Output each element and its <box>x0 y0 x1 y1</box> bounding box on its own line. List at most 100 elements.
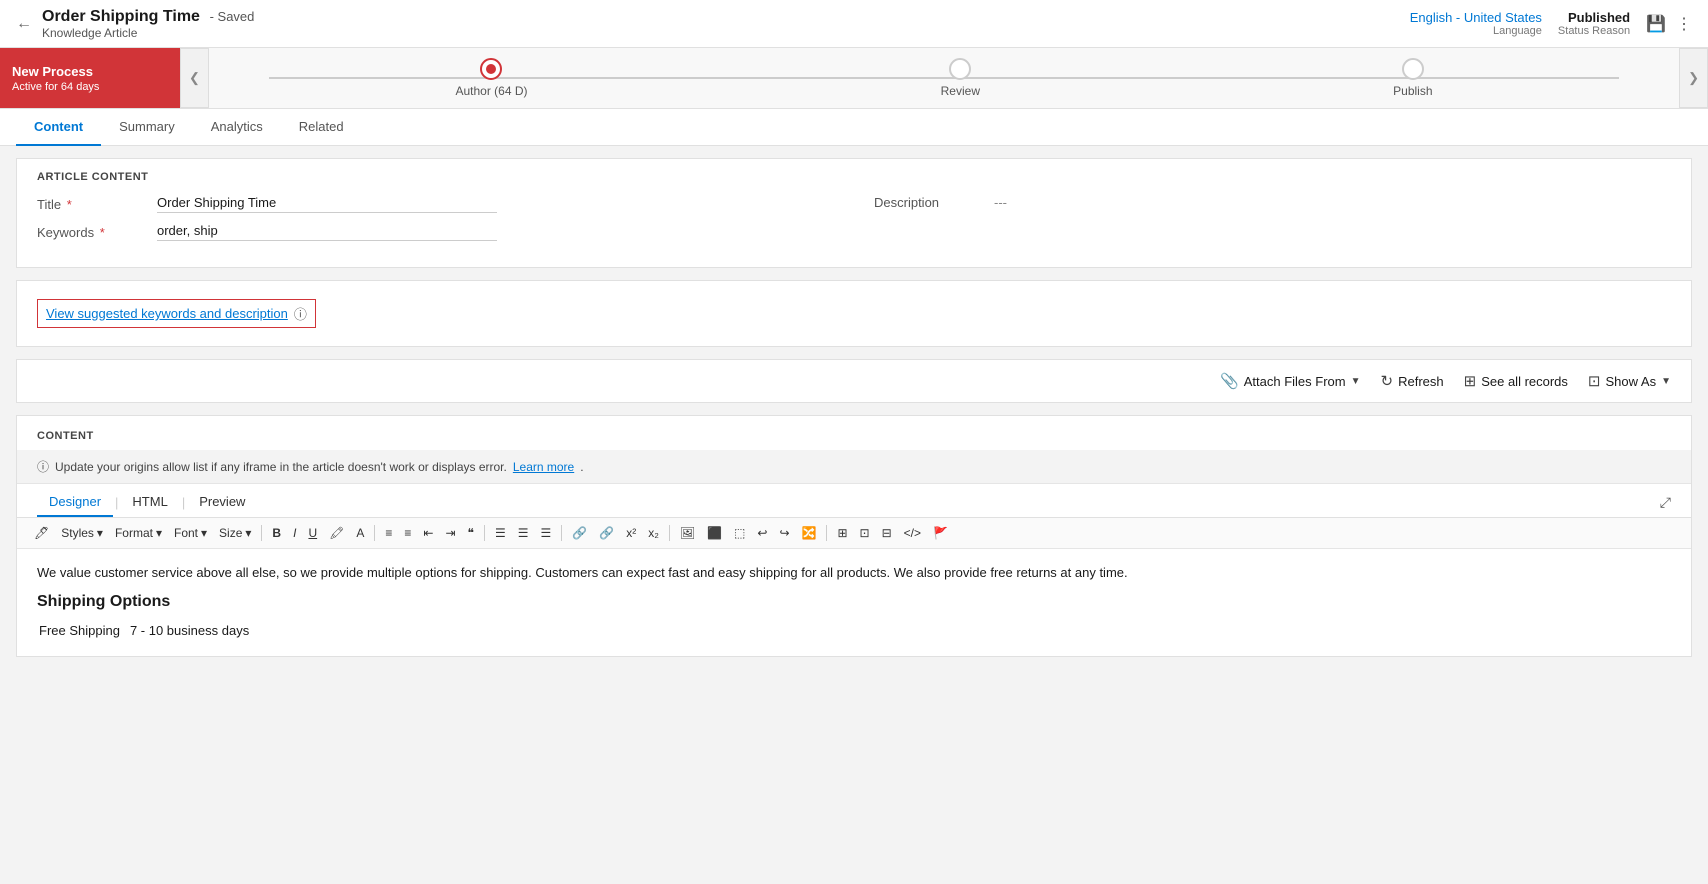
saved-label: - Saved <box>210 9 255 24</box>
status-value: Published <box>1558 10 1630 25</box>
process-step-publish[interactable]: Publish <box>1393 58 1432 98</box>
grid-icon: ⊞ <box>1464 372 1477 390</box>
process-step-review[interactable]: Review <box>941 58 980 98</box>
tab-related[interactable]: Related <box>281 109 362 146</box>
toolbar-indent-in-btn[interactable]: ⇥ <box>440 524 460 542</box>
toolbar-bold-btn[interactable]: B <box>267 524 286 542</box>
step-circle-review <box>949 58 971 80</box>
toolbar-embed-btn[interactable]: ⬛ <box>702 524 727 542</box>
process-chevron-right[interactable]: ❯ <box>1679 48 1708 108</box>
keywords-value[interactable]: order, ship <box>157 223 497 241</box>
editor-tab-designer[interactable]: Designer <box>37 488 113 517</box>
font-label: Font <box>174 526 198 540</box>
more-options-icon[interactable]: ⋮ <box>1676 14 1692 34</box>
toolbar-styles-dropdown[interactable]: Styles ▾ <box>56 524 108 542</box>
editor-paragraph: We value customer service above all else… <box>37 563 1671 583</box>
toolbar-clear-btn[interactable]: 🖊 <box>29 524 54 542</box>
toolbar-underline-btn[interactable]: U <box>303 524 322 542</box>
toolbar-blockquote-btn[interactable]: ❝ <box>463 524 479 542</box>
editor-tab-sep2: | <box>182 495 185 510</box>
toolbar-subscript-btn[interactable]: x₂ <box>643 524 664 542</box>
article-section-title: ARTICLE CONTENT <box>37 171 1671 183</box>
toolbar-code-btn[interactable]: </> <box>899 524 926 542</box>
tab-summary[interactable]: Summary <box>101 109 193 146</box>
toolbar-flag-btn[interactable]: 🚩 <box>928 524 953 542</box>
suggested-keywords-link[interactable]: View suggested keywords and description <box>46 306 288 321</box>
learn-more-link[interactable]: Learn more <box>513 460 574 474</box>
info-icon: ⓘ <box>294 304 307 323</box>
toolbar-card: 📎 Attach Files From ▼ ↻ Refresh ⊞ See al… <box>16 359 1692 403</box>
back-button[interactable]: ← <box>16 15 32 33</box>
toolbar-highlight-btn[interactable]: 🖍 <box>324 524 349 542</box>
toolbar-embed2-btn[interactable]: ⬚ <box>729 524 750 542</box>
expand-editor-icon[interactable]: ⤢ <box>1660 494 1671 511</box>
toolbar-list-ol-btn[interactable]: ☰ <box>513 524 534 542</box>
process-steps: Author (64 D) Review Publish <box>209 58 1679 98</box>
editor-tab-preview[interactable]: Preview <box>187 488 257 517</box>
process-step-author[interactable]: Author (64 D) <box>455 58 527 98</box>
step-label-publish: Publish <box>1393 84 1432 98</box>
editor-table: Free Shipping 7 - 10 business days <box>37 619 259 642</box>
show-as-action[interactable]: ⊡ Show As ▼ <box>1588 372 1671 390</box>
toolbar-sep-5 <box>669 525 670 541</box>
save-icon[interactable]: 💾 <box>1646 14 1666 34</box>
toolbar-size-dropdown[interactable]: Size ▾ <box>214 524 256 542</box>
page-title: Order Shipping Time - Saved <box>42 8 254 26</box>
toolbar-sep-6 <box>826 525 827 541</box>
toolbar-superscript-btn[interactable]: x² <box>621 524 641 542</box>
description-label: Description <box>874 195 994 210</box>
title-block: Order Shipping Time - Saved Knowledge Ar… <box>42 8 254 40</box>
process-active-label: Active for 64 days <box>12 81 168 93</box>
toolbar-sep-2 <box>374 525 375 541</box>
table-cell-shipping-type: Free Shipping <box>39 621 128 640</box>
toolbar-format-dropdown[interactable]: Format ▾ <box>110 524 167 542</box>
tab-analytics[interactable]: Analytics <box>193 109 281 146</box>
table-cell-shipping-days: 7 - 10 business days <box>130 621 257 640</box>
toolbar-align-center-btn[interactable]: ≡ <box>399 524 416 542</box>
editor-body[interactable]: We value customer service above all else… <box>17 549 1691 656</box>
toolbar-font-color-btn[interactable]: A <box>351 524 369 542</box>
language-block: English - United States Language <box>1410 10 1542 37</box>
see-all-action[interactable]: ⊞ See all records <box>1464 372 1568 390</box>
table-row: Free Shipping 7 - 10 business days <box>39 621 257 640</box>
editor-toolbar: 🖊 Styles ▾ Format ▾ Font ▾ Size ▾ B I U … <box>17 518 1691 549</box>
toolbar-image-btn[interactable]: 🖼 <box>675 524 700 542</box>
toolbar-table3-btn[interactable]: ⊟ <box>877 524 897 542</box>
toolbar-redo-btn[interactable]: ↪ <box>774 524 794 542</box>
toolbar-indent-out-btn[interactable]: ⇤ <box>418 524 438 542</box>
show-as-label: Show As <box>1606 374 1657 389</box>
title-value[interactable]: Order Shipping Time <box>157 195 497 213</box>
toolbar-table-btn[interactable]: ⊞ <box>832 524 852 542</box>
toolbar-italic-btn[interactable]: I <box>288 524 301 542</box>
size-chevron-icon: ▾ <box>245 526 251 540</box>
toolbar-list-ul-btn[interactable]: ☰ <box>490 524 511 542</box>
refresh-action[interactable]: ↻ Refresh <box>1381 372 1444 390</box>
title-label: Title * <box>37 195 157 212</box>
info-banner-text: Update your origins allow list if any if… <box>55 460 507 474</box>
toolbar-list-style-btn[interactable]: ☰ <box>536 524 557 542</box>
toolbar-undo-btn[interactable]: ↩ <box>752 524 772 542</box>
styles-chevron-icon: ▾ <box>97 526 103 540</box>
editor-tab-html[interactable]: HTML <box>120 488 179 517</box>
toolbar-font-dropdown[interactable]: Font ▾ <box>169 524 212 542</box>
refresh-label: Refresh <box>1398 374 1444 389</box>
toolbar-align-left-btn[interactable]: ≡ <box>380 524 397 542</box>
toolbar-link-btn[interactable]: 🔗 <box>567 524 592 542</box>
main-content: ARTICLE CONTENT Title * Order Shipping T… <box>0 146 1708 681</box>
content-section-title: CONTENT <box>17 416 1691 450</box>
process-chevron-left[interactable]: ❮ <box>180 48 209 108</box>
toolbar-shuffle-btn[interactable]: 🔀 <box>797 524 822 542</box>
article-content-card: ARTICLE CONTENT Title * Order Shipping T… <box>16 158 1692 268</box>
keywords-label: Keywords * <box>37 223 157 240</box>
tab-content[interactable]: Content <box>16 109 101 146</box>
process-name: New Process <box>12 64 168 79</box>
process-bar: New Process Active for 64 days ❮ Author … <box>0 48 1708 109</box>
toolbar-table2-btn[interactable]: ⊡ <box>855 524 875 542</box>
attach-files-label: Attach Files From <box>1244 374 1346 389</box>
suggested-keywords-card: View suggested keywords and description … <box>16 280 1692 347</box>
description-value: --- <box>994 195 1007 210</box>
toolbar-sep-3 <box>484 525 485 541</box>
step-label-author: Author (64 D) <box>455 84 527 98</box>
attach-files-action[interactable]: 📎 Attach Files From ▼ <box>1220 372 1360 390</box>
toolbar-unlink-btn[interactable]: 🔗 <box>594 524 619 542</box>
